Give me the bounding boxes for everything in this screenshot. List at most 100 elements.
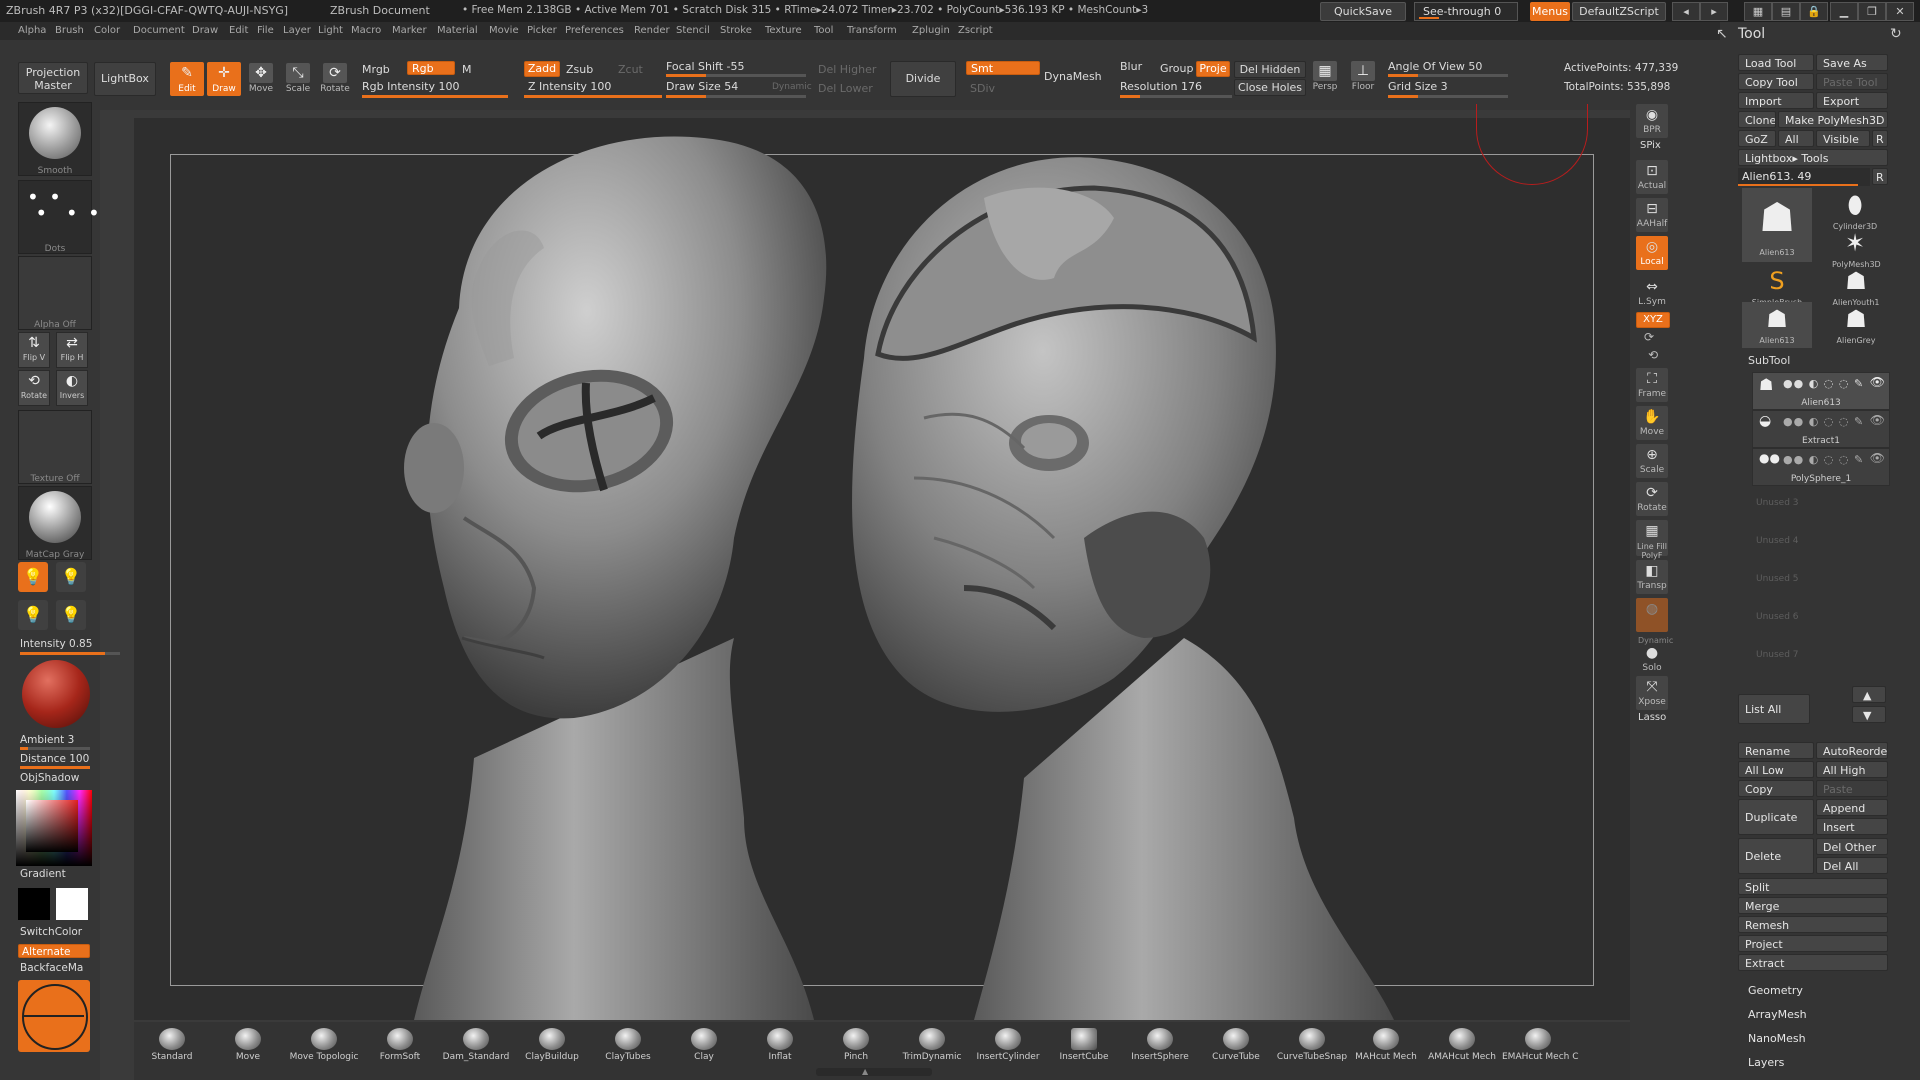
brush-insertcube[interactable]: InsertCube	[1048, 1028, 1120, 1062]
material-preview[interactable]: MatCap Gray	[18, 486, 92, 560]
brush-claytubes[interactable]: ClayTubes	[592, 1028, 664, 1062]
draw-mode-button[interactable]: ✛ Draw	[207, 62, 241, 96]
menu-picker[interactable]: Picker	[527, 25, 557, 36]
ambient-slider[interactable]	[20, 747, 90, 750]
current-tool-slider[interactable]: Alien613. 49	[1738, 168, 1870, 186]
lightbox-tools-button[interactable]: Lightbox▸ Tools	[1738, 149, 1888, 166]
del-all-button[interactable]: Del All	[1816, 857, 1888, 874]
move-mode-button[interactable]: ✥ Move	[244, 62, 278, 96]
make-polymesh3d-button[interactable]: Make PolyMesh3D	[1778, 111, 1888, 128]
menu-movie[interactable]: Movie	[489, 25, 519, 36]
zcut-toggle[interactable]: Zcut	[618, 63, 643, 76]
menu-layer[interactable]: Layer	[283, 25, 311, 36]
menu-render[interactable]: Render	[634, 25, 670, 36]
subtool-unused-slot[interactable]: Unused 5	[1756, 574, 1799, 584]
close-holes-button[interactable]: Close Holes	[1234, 79, 1306, 96]
light-bulb-icon[interactable]: 💡	[56, 600, 86, 630]
see-through-slider[interactable]: See-through 0	[1414, 2, 1518, 21]
switchcolor-button[interactable]: SwitchColor	[20, 926, 82, 938]
current-tool-r-button[interactable]: R	[1872, 168, 1888, 185]
light-bulb-icon[interactable]: 💡	[18, 600, 48, 630]
brush-move-topological[interactable]: Move Topologic	[288, 1028, 360, 1062]
clone-button[interactable]: Clone	[1738, 111, 1776, 128]
layout-left-icon[interactable]: ◂	[1672, 2, 1700, 21]
lightbox-button[interactable]: LightBox	[94, 62, 156, 96]
refresh-icon[interactable]: ↻	[1890, 26, 1902, 42]
angle-of-view-slider[interactable]	[1388, 74, 1508, 77]
brush-mahcut-mech[interactable]: MAHcut Mech	[1350, 1028, 1422, 1062]
goz-r-button[interactable]: R	[1872, 130, 1888, 147]
maximize-icon[interactable]: ❐	[1858, 2, 1886, 21]
split-section[interactable]: Split	[1738, 878, 1888, 895]
menu-brush[interactable]: Brush	[55, 25, 84, 36]
menu-file[interactable]: File	[257, 25, 274, 36]
copy-subtool-button[interactable]: Copy	[1738, 780, 1814, 797]
rotate-view-button[interactable]: ⟳ Rotate	[1636, 482, 1668, 516]
light-intensity-slider[interactable]	[20, 652, 120, 655]
autoreorder-button[interactable]: AutoReorder	[1816, 742, 1888, 759]
mrgb-toggle[interactable]: Mrgb	[362, 63, 390, 76]
brush-clay[interactable]: Clay	[668, 1028, 740, 1062]
blur-slider[interactable]: Blur	[1120, 60, 1142, 73]
alpha-preview[interactable]: Alpha Off	[18, 256, 92, 330]
spix-label[interactable]: SPix	[1640, 140, 1661, 151]
quicksave-button[interactable]: QuickSave	[1320, 2, 1406, 21]
goz-all-button[interactable]: All	[1778, 130, 1814, 147]
resolution-slider[interactable]	[1120, 95, 1232, 98]
brush-claybuildup[interactable]: ClayBuildup	[516, 1028, 588, 1062]
zsub-toggle[interactable]: Zsub	[566, 63, 593, 76]
menu-zplugin[interactable]: Zplugin	[912, 25, 950, 36]
del-hidden-button[interactable]: Del Hidden	[1234, 61, 1306, 78]
subtool-unused-slot[interactable]: Unused 6	[1756, 612, 1799, 622]
load-tool-button[interactable]: Load Tool	[1738, 54, 1814, 71]
layers-section[interactable]: Layers	[1748, 1056, 1784, 1069]
xyz-rotation-toggle[interactable]: XYZ	[1636, 312, 1670, 328]
menu-preferences[interactable]: Preferences	[565, 25, 624, 36]
list-all-button[interactable]: List All	[1738, 694, 1810, 724]
lsym-button[interactable]: ⇔ L.Sym	[1636, 276, 1668, 310]
actual-button[interactable]: ⊡ Actual	[1636, 160, 1668, 194]
duplicate-button[interactable]: Duplicate	[1738, 799, 1814, 835]
navigation-gizmo[interactable]	[18, 980, 90, 1052]
rename-button[interactable]: Rename	[1738, 742, 1814, 759]
floor-button[interactable]: ⊥ Floor	[1346, 60, 1380, 94]
brush-trimdynamic[interactable]: TrimDynamic	[896, 1028, 968, 1062]
flip-h-button[interactable]: ⇄ Flip H	[56, 332, 88, 368]
subtool-row[interactable]: ☗ ●● ◐ ◌ ◌ ✎ 👁 Alien613	[1752, 372, 1890, 410]
menu-light[interactable]: Light	[318, 25, 343, 36]
color-sv-square[interactable]	[26, 800, 78, 852]
brush-emahcut-mech[interactable]: EMAHcut Mech C	[1502, 1028, 1579, 1062]
copy-tool-button[interactable]: Copy Tool	[1738, 73, 1814, 90]
dynamic-toggle[interactable]: Dynamic	[772, 82, 812, 92]
light-bulb-icon[interactable]: 💡	[56, 562, 86, 592]
subtool-unused-slot[interactable]: Unused 7	[1756, 650, 1799, 660]
light-bulb-icon[interactable]: 💡	[18, 562, 48, 592]
flip-v-button[interactable]: ⇅ Flip V	[18, 332, 50, 368]
menu-zscript[interactable]: Zscript	[958, 25, 993, 36]
del-other-button[interactable]: Del Other	[1816, 838, 1888, 855]
tool-thumb-aliengrey[interactable]: ☗ AlienGrey	[1826, 302, 1886, 348]
scale-view-button[interactable]: ⊕ Scale	[1636, 444, 1668, 478]
polyf-button[interactable]: ▦ Line Fill PolyF	[1636, 520, 1668, 560]
layout-right-icon[interactable]: ▸	[1700, 2, 1728, 21]
menu-stroke[interactable]: Stroke	[720, 25, 752, 36]
tool-thumb-alien613-b[interactable]: ☗ Alien613	[1742, 302, 1812, 348]
aahalf-button[interactable]: ⊟ AAHalf	[1636, 198, 1668, 232]
subtool-header[interactable]: SubTool	[1748, 354, 1790, 367]
color-picker[interactable]	[16, 790, 92, 866]
brush-move[interactable]: Move	[212, 1028, 284, 1062]
remesh-section[interactable]: Remesh	[1738, 916, 1888, 933]
goz-visible-button[interactable]: Visible	[1816, 130, 1870, 147]
light-sphere[interactable]	[22, 660, 90, 728]
menu-macro[interactable]: Macro	[351, 25, 381, 36]
subtool-unused-slot[interactable]: Unused 3	[1756, 498, 1799, 508]
bpr-button[interactable]: ◉ BPR	[1636, 104, 1668, 138]
local-button[interactable]: ◎ Local	[1636, 236, 1668, 270]
default-zscript-button[interactable]: DefaultZScript	[1572, 2, 1666, 21]
rgb-intensity-slider[interactable]	[362, 95, 508, 98]
transp-button[interactable]: ◧ Transp	[1636, 560, 1668, 594]
palette-icon[interactable]: ▦	[1744, 2, 1772, 21]
group-toggle[interactable]: Group	[1160, 62, 1194, 75]
xpose-button[interactable]: ⤧ Xpose	[1636, 676, 1668, 710]
move-down-icon[interactable]: ▼	[1852, 706, 1886, 723]
